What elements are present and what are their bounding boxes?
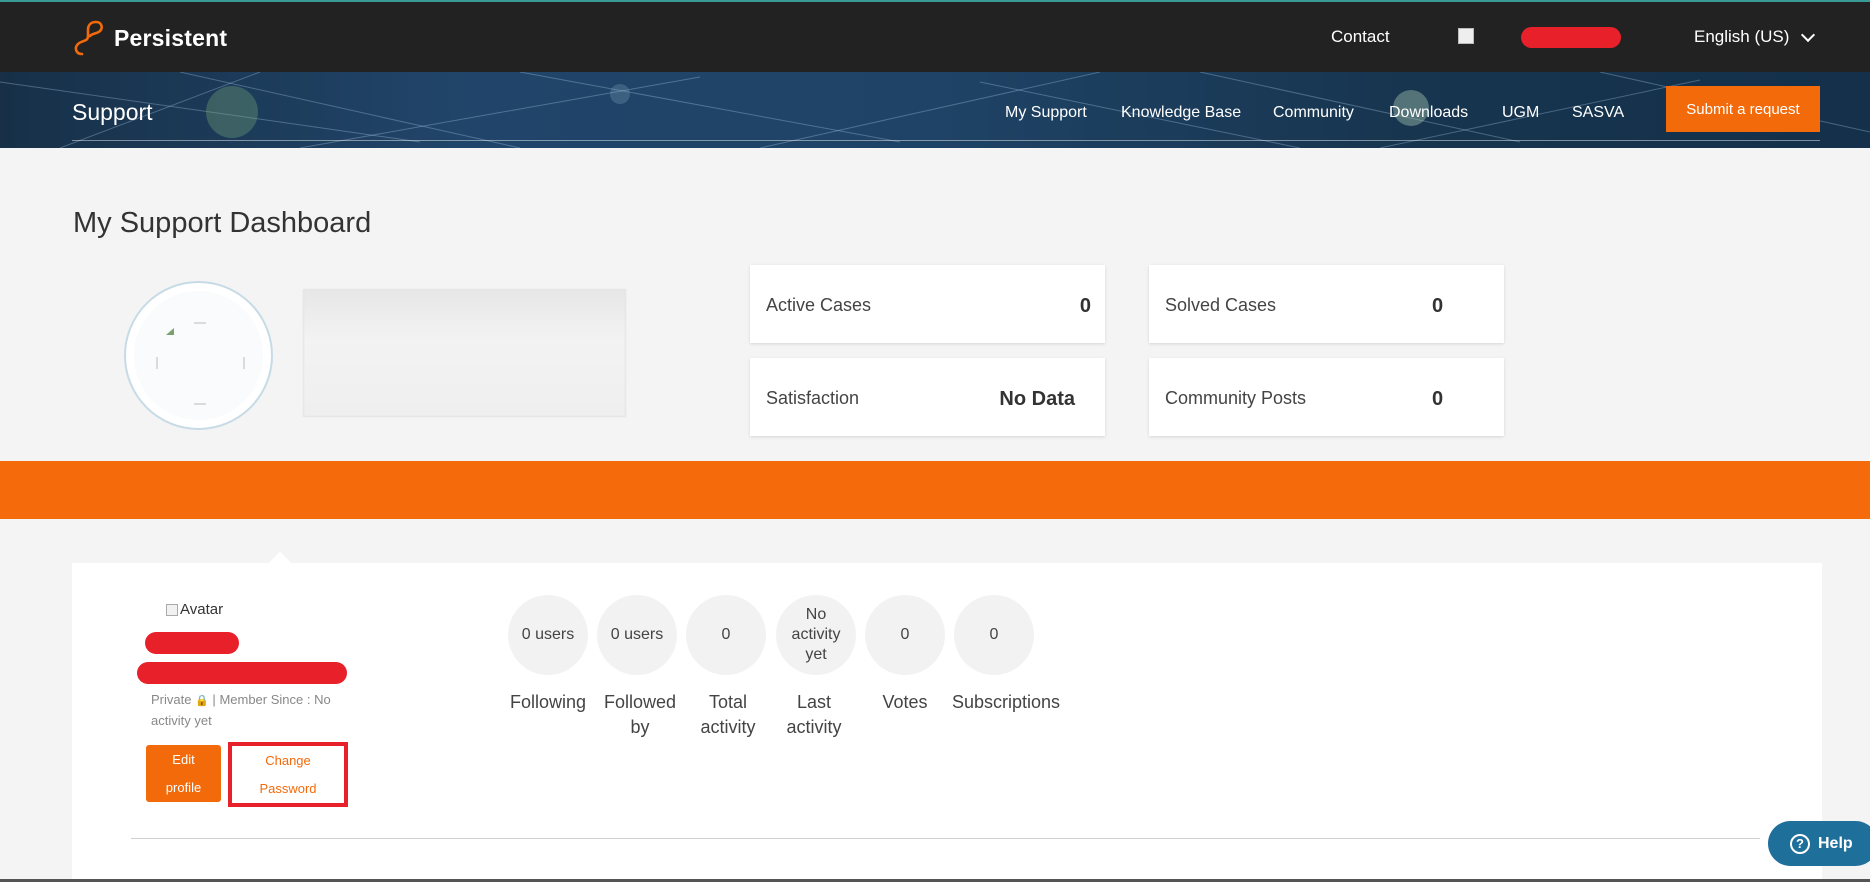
- contact-link[interactable]: Contact: [1331, 27, 1390, 47]
- help-label: Help: [1818, 834, 1853, 852]
- edit-line1: Edit: [172, 751, 195, 767]
- votes-label: Votes: [882, 692, 928, 712]
- total-activity-label: Total activity: [700, 692, 756, 737]
- orange-divider-band: [0, 461, 1870, 519]
- profile-name-redacted: [145, 632, 239, 654]
- profile-avatar: Avatar: [166, 601, 223, 618]
- top-bar: Persistent Contact English (US): [0, 0, 1870, 72]
- question-icon: ?: [1790, 833, 1810, 854]
- lock-icon: 🔒: [195, 695, 209, 707]
- chevron-down-icon: [1801, 27, 1816, 42]
- total-activity-count: 0: [686, 595, 766, 675]
- nav-sasva[interactable]: SASVA: [1572, 104, 1624, 122]
- broken-image-icon: [166, 603, 178, 616]
- active-cases-value: 0: [1079, 295, 1091, 317]
- profile-email-redacted: [137, 662, 347, 684]
- banner-divider: [72, 140, 1820, 141]
- change-password-button[interactable]: Change Password: [228, 742, 348, 807]
- change-line1: Change: [265, 752, 311, 768]
- solved-cases-value: 0: [1432, 295, 1444, 317]
- community-posts-label: Community Posts: [1165, 388, 1307, 408]
- avatar-alt-text: Avatar: [180, 601, 224, 618]
- edit-profile-button[interactable]: Edit profile: [146, 745, 221, 802]
- meta-separator: |: [212, 692, 216, 707]
- last-activity-value: No activity yet: [776, 595, 856, 675]
- satisfaction-card[interactable]: Satisfaction No Data: [750, 358, 1105, 436]
- active-cases-card[interactable]: Active Cases 0: [750, 265, 1105, 343]
- nav-ugm[interactable]: UGM: [1502, 104, 1539, 122]
- profile-divider: [131, 838, 1760, 839]
- nav-community[interactable]: Community: [1273, 104, 1354, 122]
- last-activity-label: Last activity: [786, 692, 842, 737]
- support-title: Support: [72, 99, 153, 125]
- submit-request-button[interactable]: Submit a request: [1666, 86, 1820, 132]
- persistent-logo[interactable]: Persistent: [72, 20, 227, 56]
- broken-avatar-icon: [156, 322, 245, 405]
- following-count[interactable]: 0 users: [508, 595, 588, 675]
- avatar-placeholder: [134, 291, 263, 420]
- active-cases-label: Active Cases: [766, 295, 872, 315]
- redacted-user-info: [303, 289, 626, 417]
- user-avatar-circle: [124, 281, 273, 430]
- privacy-label: Private: [151, 692, 192, 707]
- broken-image-icon: [1458, 28, 1474, 44]
- nav-downloads[interactable]: Downloads: [1389, 104, 1468, 122]
- votes-count: 0: [865, 595, 945, 675]
- solved-cases-label: Solved Cases: [1165, 295, 1277, 315]
- followed-by-label: Followed by: [604, 692, 677, 737]
- help-button[interactable]: ? Help: [1768, 821, 1870, 866]
- community-posts-value: 0: [1432, 388, 1444, 410]
- language-selector[interactable]: English (US): [1694, 27, 1816, 47]
- page-title: My Support Dashboard: [73, 207, 372, 239]
- followed-by-count[interactable]: 0 users: [597, 595, 677, 675]
- user-name-redacted[interactable]: [1521, 27, 1621, 48]
- subscriptions-label: Subscriptions: [951, 692, 1061, 712]
- change-line2: Password: [259, 780, 317, 796]
- edit-line2: profile: [165, 779, 202, 795]
- nav-my-support[interactable]: My Support: [1005, 104, 1087, 122]
- persistent-logo-icon: [72, 20, 104, 56]
- subscriptions-count[interactable]: 0: [954, 595, 1034, 675]
- community-posts-card[interactable]: Community Posts 0: [1149, 358, 1504, 436]
- solved-cases-card[interactable]: Solved Cases 0: [1149, 265, 1504, 343]
- support-banner: Support My Support Knowledge Base Commun…: [0, 72, 1870, 148]
- satisfaction-label: Satisfaction: [766, 388, 860, 408]
- brand-name: Persistent: [114, 24, 228, 51]
- language-label: English (US): [1694, 27, 1790, 46]
- satisfaction-value: No Data: [999, 388, 1075, 410]
- profile-meta: Private 🔒 | Member Since : No activity y…: [151, 690, 351, 730]
- nav-knowledge-base[interactable]: Knowledge Base: [1121, 104, 1241, 122]
- following-label: Following: [509, 692, 587, 712]
